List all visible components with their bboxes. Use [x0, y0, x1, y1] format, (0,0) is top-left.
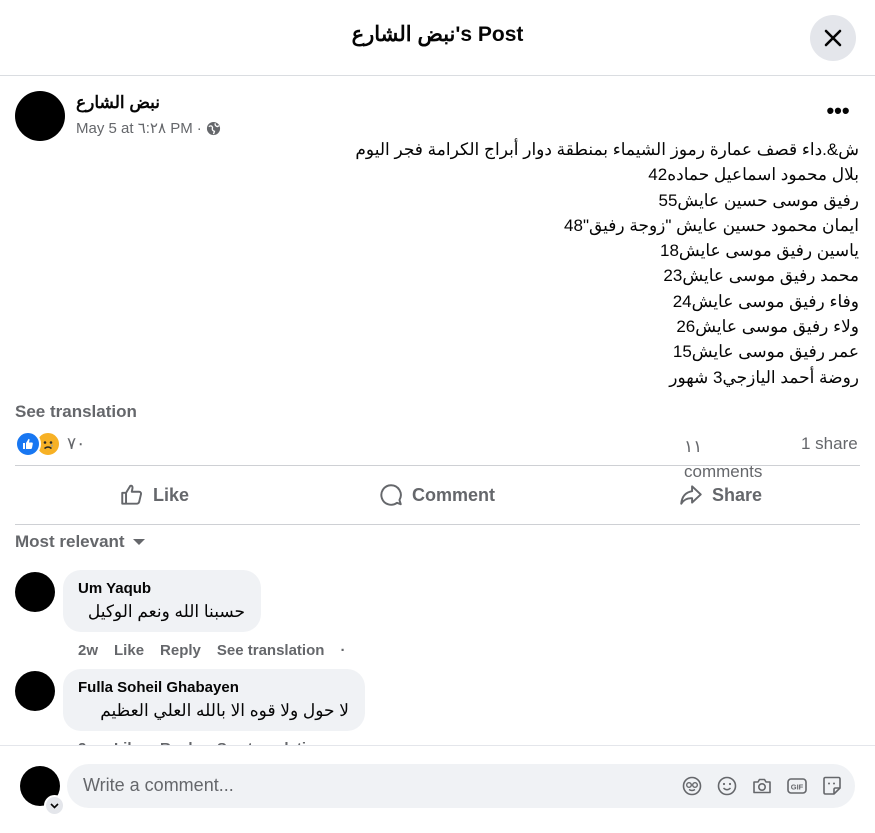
chevron-down-icon [50, 803, 59, 809]
profile-switch-button[interactable] [44, 795, 65, 816]
post-timestamp[interactable]: May 5 at ٦:٢٨ PM [76, 119, 193, 137]
comment-avatar[interactable] [15, 572, 55, 612]
post-line: بلال محمود اسماعيل حماده42 [648, 165, 859, 185]
close-icon [824, 29, 842, 47]
post-meta: May 5 at ٦:٢٨ PM · [76, 119, 221, 137]
comment-placeholder: Write a comment... [83, 775, 234, 795]
share-icon [680, 485, 702, 505]
comment-like-button[interactable]: Like [114, 642, 144, 659]
share-button[interactable]: Share [678, 478, 762, 512]
comment-reply-button[interactable]: Reply [160, 642, 201, 659]
author-name[interactable]: نبض الشارع [76, 93, 160, 113]
caret-down-icon [132, 539, 145, 545]
shares-count[interactable]: 1 share [801, 434, 858, 454]
like-icon [15, 431, 41, 457]
comment-time[interactable]: 2w [78, 642, 98, 659]
sort-label: Most relevant [15, 532, 125, 551]
comment-dot: · [340, 642, 346, 659]
sticker-icon[interactable] [820, 774, 844, 798]
close-button[interactable] [810, 15, 856, 61]
post-line: وفاء رفيق موسى عايش24 [672, 291, 859, 311]
reaction-count: ٧٠ [67, 434, 86, 453]
post-text: ش&.داء قصف عمارة رموز الشيماء بمنطقة دوا… [259, 137, 859, 390]
globe-icon [206, 121, 220, 135]
comment-sort-dropdown[interactable]: Most relevant [15, 532, 145, 552]
svg-text:GIF: GIF [791, 783, 804, 792]
comment-label: Comment [412, 484, 496, 505]
see-translation-link[interactable]: See translation [15, 402, 137, 422]
post-line: روضة أحمد اليازجي3 شهور [669, 367, 859, 387]
post-line: رفيق موسى حسين عايش55 [658, 190, 859, 210]
comment-button[interactable]: Comment [378, 478, 495, 512]
post-action-bar: Like Comment Share [15, 465, 860, 525]
post-line: ش&.داء قصف عمارة رموز الشيماء بمنطقة دوا… [355, 140, 859, 159]
more-icon: ••• [826, 98, 850, 123]
camera-icon[interactable] [750, 774, 774, 798]
meta-separator: · [196, 119, 202, 137]
comment-icon [380, 484, 402, 506]
author-avatar[interactable] [15, 91, 65, 141]
comment-avatar[interactable] [15, 671, 55, 711]
like-label: Like [153, 484, 190, 505]
gif-icon[interactable]: GIF [785, 774, 809, 798]
post-line: محمد رفيق موسى عايش23 [663, 266, 859, 286]
post-line: ولاء رفيق موسى عايش26 [676, 317, 859, 337]
comment-bubble: Um Yaqub حسبنا الله ونعم الوكيل [63, 570, 261, 632]
thumb-icon [121, 484, 142, 505]
comment-text: لا حول ولا قوه الا بالله العلي العظيم [100, 701, 349, 720]
comment-actions: 2w Like Reply See translation · [78, 642, 345, 659]
post-line: عمر رفيق موسى عايش15 [672, 342, 859, 362]
dialog-title: نبض الشارع's Post [351, 23, 524, 46]
like-button[interactable]: Like [119, 478, 189, 512]
post-line: ياسين رفيق موسى عايش18 [660, 241, 859, 261]
avatar-sticker-icon[interactable] [680, 774, 704, 798]
comment-text: حسبنا الله ونعم الوكيل [87, 602, 245, 621]
post-line: ايمان محمود حسين عايش "زوجة رفيق"48 [564, 215, 859, 235]
emoji-icon[interactable] [715, 774, 739, 798]
comment-bubble: Fulla Soheil Ghabayen لا حول ولا قوه الا… [63, 669, 365, 731]
comment-author[interactable]: Fulla Soheil Ghabayen [78, 679, 239, 696]
share-label: Share [712, 484, 763, 505]
comment-author[interactable]: Um Yaqub [78, 580, 151, 597]
reactions-summary[interactable]: ٧٠ [15, 431, 85, 457]
comment-input[interactable]: Write a comment... GIF [67, 764, 855, 808]
dialog-header: نبض الشارع's Post [0, 0, 875, 76]
more-options-button[interactable]: ••• [822, 100, 854, 128]
comment-see-translation[interactable]: See translation [217, 642, 325, 659]
